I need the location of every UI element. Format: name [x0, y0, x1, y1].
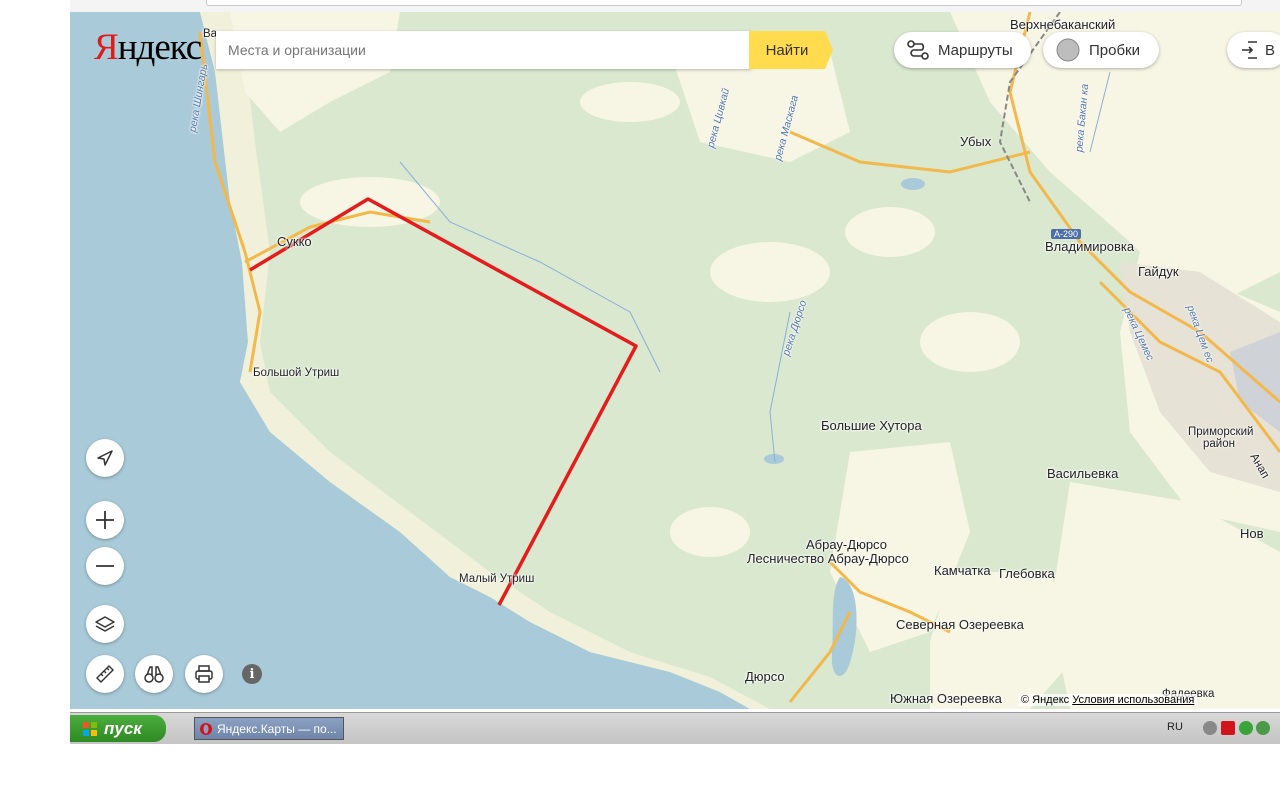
login-label: В	[1264, 41, 1275, 59]
windows-taskbar: пуск Яндекс.Карты — по... RU	[70, 712, 1280, 744]
lake-small	[901, 178, 925, 190]
place-label: Дюрсо	[745, 669, 785, 684]
logo-text: ндекс	[117, 27, 203, 68]
search-button[interactable]: Найти	[749, 31, 833, 69]
place-label: Большой Утриш	[253, 367, 340, 379]
place-label: Лесничество Абрау-Дюрсо	[747, 551, 909, 566]
traffic-icon	[1056, 38, 1080, 62]
traffic-button[interactable]: Пробки	[1043, 32, 1159, 68]
zoom-out-icon	[96, 565, 114, 567]
taskbar-window-button[interactable]: Яндекс.Карты — по...	[194, 717, 344, 740]
binoculars-icon	[144, 666, 164, 683]
yandex-logo[interactable]: Яндекс	[94, 26, 203, 69]
routes-icon	[907, 40, 929, 60]
routes-label: Маршруты	[938, 41, 1013, 59]
place-label: Сукко	[277, 234, 312, 249]
zoom-in-icon	[96, 511, 114, 529]
zoom-out-button[interactable]	[86, 547, 124, 585]
place-label: Убых	[960, 134, 992, 149]
routes-button[interactable]: Маршруты	[894, 32, 1031, 68]
navigation-arrow-icon	[97, 450, 113, 466]
map-view[interactable]: Верхнебаканский Убых Владимировка Гайдук…	[70, 12, 1280, 709]
place-label: Владимировка	[1045, 239, 1135, 254]
map-canvas	[70, 12, 1280, 709]
print-button[interactable]	[185, 655, 223, 693]
place-label: Нов	[1240, 526, 1264, 541]
place-label: район	[1203, 438, 1235, 450]
layers-icon	[95, 616, 115, 632]
tray-acrobat-icon[interactable]	[1221, 721, 1235, 735]
login-button[interactable]: В	[1227, 32, 1280, 68]
copyright-text: © Яндекс	[1021, 694, 1070, 706]
place-label: Большие Хутора	[821, 418, 922, 433]
zoom-in-button[interactable]	[86, 501, 124, 539]
tray-green-icon[interactable]	[1239, 721, 1253, 735]
panorama-button[interactable]	[135, 655, 173, 693]
place-label: Приморский	[1188, 426, 1254, 438]
place-label: Ва	[203, 28, 218, 40]
tray-network-icon[interactable]	[1256, 721, 1270, 735]
ruler-button[interactable]	[86, 655, 124, 693]
login-icon	[1242, 41, 1257, 59]
traffic-label: Пробки	[1089, 41, 1140, 59]
search-input[interactable]	[216, 31, 751, 69]
ruler-icon	[96, 665, 114, 683]
start-label: пуск	[104, 718, 142, 738]
place-label: Глебовка	[999, 566, 1055, 581]
place-label: Камчатка	[934, 563, 991, 578]
place-label: Абрау-Дюрсо	[806, 537, 887, 552]
place-label: Васильевка	[1047, 466, 1119, 481]
info-icon[interactable]: i	[242, 664, 262, 684]
opera-icon	[200, 722, 212, 735]
windows-logo-icon	[83, 721, 97, 736]
road-number-badge: А-290	[1051, 229, 1082, 239]
tray-arrow-icon[interactable]	[1203, 721, 1217, 735]
place-label: Верхнебаканский	[1010, 17, 1116, 32]
browser-address-field[interactable]	[206, 0, 1242, 6]
copyright: © Яндекс Условия использования	[1018, 694, 1198, 706]
geolocation-button[interactable]	[86, 439, 124, 477]
layers-button[interactable]	[86, 605, 124, 643]
place-label: Северная Озереевка	[896, 617, 1024, 632]
taskbar-window-title: Яндекс.Карты — по...	[217, 721, 337, 736]
place-label: Гайдук	[1138, 264, 1179, 279]
print-icon	[195, 665, 213, 683]
terms-link[interactable]: Условия использования	[1072, 694, 1194, 706]
language-indicator[interactable]: RU	[1167, 721, 1183, 733]
place-label: Малый Утриш	[459, 573, 535, 585]
start-button[interactable]: пуск	[70, 715, 166, 742]
place-label: Южная Озереевка	[890, 691, 1002, 706]
